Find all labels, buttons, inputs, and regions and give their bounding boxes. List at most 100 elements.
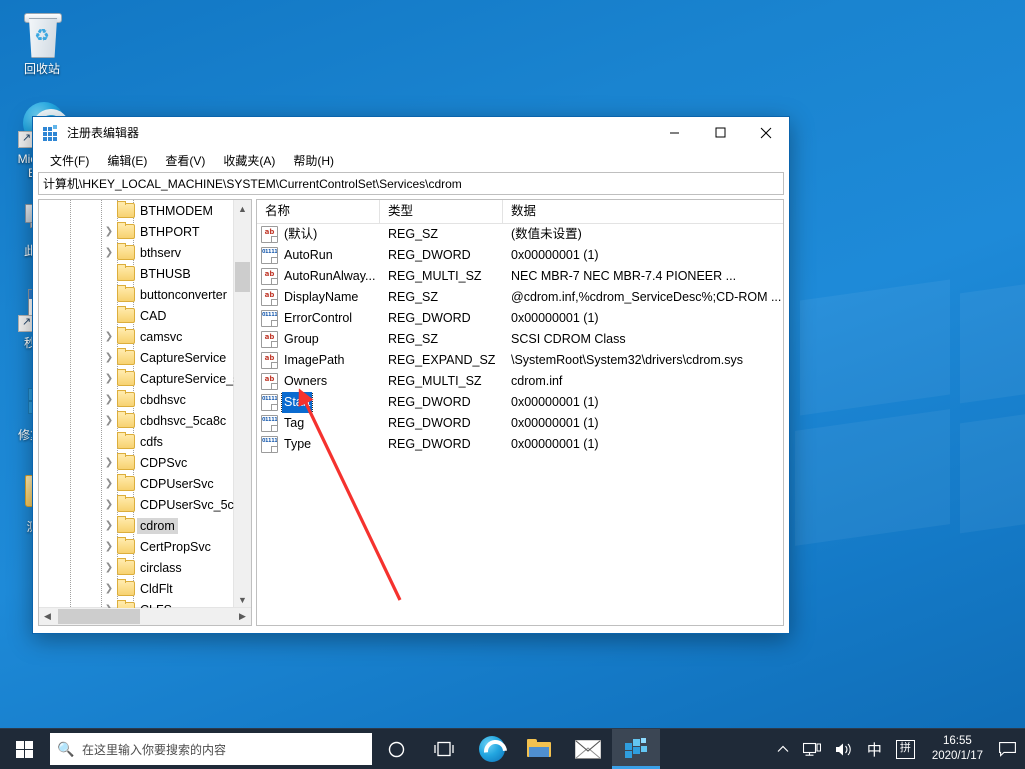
table-row[interactable]: ab ImagePath REG_EXPAND_SZ \SystemRoot\Syst… [257, 350, 783, 371]
column-header-data[interactable]: 数据 [503, 200, 783, 223]
tree-item-circlass[interactable]: ❯ circlass [39, 557, 234, 578]
menu-view[interactable]: 查看(V) [156, 149, 214, 172]
tree-item-label: CAD [140, 308, 167, 323]
mail-button[interactable] [564, 729, 612, 769]
tree-item-bthport[interactable]: ❯ BTHPORT [39, 221, 234, 242]
desktop-icon-recycle-bin[interactable]: ♻ 回收站 [4, 10, 80, 76]
chevron-right-icon[interactable]: ❯ [101, 410, 117, 431]
chevron-right-icon[interactable]: ❯ [101, 242, 117, 263]
title-bar[interactable]: 注册表编辑器 [33, 117, 789, 148]
tree-item-bthusb[interactable]: BTHUSB [39, 263, 234, 284]
chevron-right-icon[interactable]: ❯ [101, 557, 117, 578]
tree-item-cdpusersvc_5ca8c[interactable]: ❯ CDPUserSvc_5ca8c [39, 494, 234, 515]
registry-editor-button[interactable] [612, 729, 660, 769]
folder-icon [117, 264, 135, 281]
value-name-cell: 011 110 AutoRun [257, 245, 380, 266]
minimize-button[interactable] [651, 117, 697, 148]
tree-item-cdpsvc[interactable]: ❯ CDPSvc [39, 452, 234, 473]
menu-bar[interactable]: 文件(F) 编辑(E) 查看(V) 收藏夹(A) 帮助(H) [33, 148, 789, 172]
menu-favorites[interactable]: 收藏夹(A) [214, 149, 284, 172]
chevron-right-icon[interactable]: ❯ [101, 494, 117, 515]
folder-icon [527, 739, 553, 759]
column-header-name[interactable]: 名称 [257, 200, 380, 223]
chevron-right-icon[interactable]: ❯ [101, 473, 117, 494]
tree-item-captureservice[interactable]: ❯ CaptureService [39, 347, 234, 368]
tree-item-certpropsvc[interactable]: ❯ CertPropSvc [39, 536, 234, 557]
task-view-button[interactable] [420, 729, 468, 769]
tree-item-bthmodem[interactable]: BTHMODEM [39, 200, 234, 221]
value-name-cell: ab Group [257, 329, 380, 350]
chevron-down-icon[interactable]: ▼ [234, 591, 251, 608]
maximize-button[interactable] [697, 117, 743, 148]
table-row[interactable]: 011 110Start REG_DWORD 0x00000001 (1) [257, 392, 783, 413]
table-row[interactable]: 011 110 Tag REG_DWORD 0x00000001 (1) [257, 413, 783, 434]
table-row[interactable]: 011 110 ErrorControl REG_DWORD 0x00000001 (… [257, 308, 783, 329]
chevron-right-icon[interactable]: ▶ [234, 608, 251, 625]
menu-help[interactable]: 帮助(H) [284, 149, 343, 172]
ime-pinyin-button[interactable]: 拼 [889, 729, 922, 769]
scrollbar-thumb[interactable] [235, 262, 250, 292]
tree-horizontal-scrollbar[interactable]: ◀ ▶ [39, 607, 251, 625]
table-row[interactable]: ab AutoRunAlway... REG_MULTI_SZ NEC MBR-7 N… [257, 266, 783, 287]
cortana-button[interactable] [372, 729, 420, 769]
start-button[interactable] [0, 729, 48, 769]
tree-item-label: BTHPORT [140, 224, 200, 239]
chevron-right-icon[interactable]: ❯ [101, 452, 117, 473]
table-row[interactable]: ab Owners REG_MULTI_SZ cdrom.inf [257, 371, 783, 392]
tree-item-buttonconverter[interactable]: buttonconverter [39, 284, 234, 305]
desktop[interactable]: ♻ 回收站 ↗ MicrosoftEdge 此电脑 ↗ 秒关机 [0, 0, 1025, 769]
tree-vertical-scrollbar[interactable]: ▲ ▼ [233, 200, 251, 608]
registry-tree-pane[interactable]: BTHMODEM ❯ BTHPORT ❯ bthserv BTHUSB buttonconv… [38, 199, 252, 626]
address-bar[interactable]: 计算机\HKEY_LOCAL_MACHINE\SYSTEM\CurrentCon… [38, 172, 784, 195]
table-row[interactable]: ab Group REG_SZ SCSI CDROM Class [257, 329, 783, 350]
value-data: 0x00000001 (1) [511, 416, 599, 430]
search-input[interactable]: 🔍 在这里输入你要搜索的内容 [50, 733, 372, 765]
registry-editor-icon [43, 124, 59, 141]
menu-file[interactable]: 文件(F) [41, 149, 98, 172]
clock[interactable]: 16:55 2020/1/17 [922, 729, 993, 769]
table-row[interactable]: ab (默认) REG_SZ (数值未设置) [257, 224, 783, 245]
tree-item-captureservice_5ca8c[interactable]: ❯ CaptureService_5ca8c [39, 368, 234, 389]
table-row[interactable]: 011 110 AutoRun REG_DWORD 0x00000001 (1) [257, 245, 783, 266]
file-explorer-button[interactable] [516, 729, 564, 769]
volume-button[interactable] [828, 729, 860, 769]
chevron-right-icon[interactable]: ❯ [101, 599, 117, 608]
taskbar[interactable]: 🔍 在这里输入你要搜索的内容 中 拼 16:55 2020/1/17 [0, 728, 1025, 769]
chevron-right-icon[interactable]: ❯ [101, 221, 117, 242]
registry-editor-window[interactable]: 注册表编辑器 文件(F) 编辑(E) 查看(V) 收藏夹(A) 帮助(H) 计算 [32, 116, 790, 634]
network-button[interactable] [796, 729, 828, 769]
tree-scroll-area: BTHMODEM ❯ BTHPORT ❯ bthserv BTHUSB buttonconv… [39, 200, 234, 608]
chevron-left-icon[interactable]: ◀ [39, 608, 56, 625]
tree-item-cldflt[interactable]: ❯ CldFlt [39, 578, 234, 599]
tree-item-cbdhsvc[interactable]: ❯ cbdhsvc [39, 389, 234, 410]
tree-item-cdfs[interactable]: cdfs [39, 431, 234, 452]
registry-values-pane[interactable]: 名称 类型 数据 ab (默认) REG_SZ (数值未设置) 011 110 AutoR… [256, 199, 784, 626]
chevron-up-icon[interactable]: ▲ [234, 200, 251, 217]
tree-item-cad[interactable]: CAD [39, 305, 234, 326]
tree-item-bthserv[interactable]: ❯ bthserv [39, 242, 234, 263]
column-header-type[interactable]: 类型 [380, 200, 503, 223]
menu-edit[interactable]: 编辑(E) [98, 149, 156, 172]
action-center-button[interactable] [993, 741, 1021, 757]
edge-button[interactable] [468, 729, 516, 769]
tree-item-cdpusersvc[interactable]: ❯ CDPUserSvc [39, 473, 234, 494]
show-hidden-icons-button[interactable] [770, 729, 796, 769]
chevron-right-icon[interactable]: ❯ [101, 578, 117, 599]
value-name: AutoRunAlway... [284, 269, 376, 283]
tree-item-camsvc[interactable]: ❯ camsvc [39, 326, 234, 347]
tree-item-cbdhsvc_5ca8c[interactable]: ❯ cbdhsvc_5ca8c [39, 410, 234, 431]
chevron-right-icon[interactable]: ❯ [101, 347, 117, 368]
chevron-right-icon[interactable]: ❯ [101, 389, 117, 410]
system-tray[interactable]: 中 拼 16:55 2020/1/17 [770, 729, 1025, 769]
tree-item-cdrom[interactable]: ❯ cdrom [39, 515, 234, 536]
close-button[interactable] [743, 117, 789, 148]
chevron-right-icon[interactable]: ❯ [101, 536, 117, 557]
chevron-right-icon[interactable]: ❯ [101, 368, 117, 389]
table-row[interactable]: ab DisplayName REG_SZ @cdrom.inf,%cdrom_Ser… [257, 287, 783, 308]
list-column-headers[interactable]: 名称 类型 数据 [257, 200, 783, 224]
scrollbar-thumb[interactable] [58, 609, 140, 624]
chevron-right-icon[interactable]: ❯ [101, 515, 117, 536]
table-row[interactable]: 011 110 Type REG_DWORD 0x00000001 (1) [257, 434, 783, 455]
ime-mode-button[interactable]: 中 [860, 729, 889, 769]
chevron-right-icon[interactable]: ❯ [101, 326, 117, 347]
